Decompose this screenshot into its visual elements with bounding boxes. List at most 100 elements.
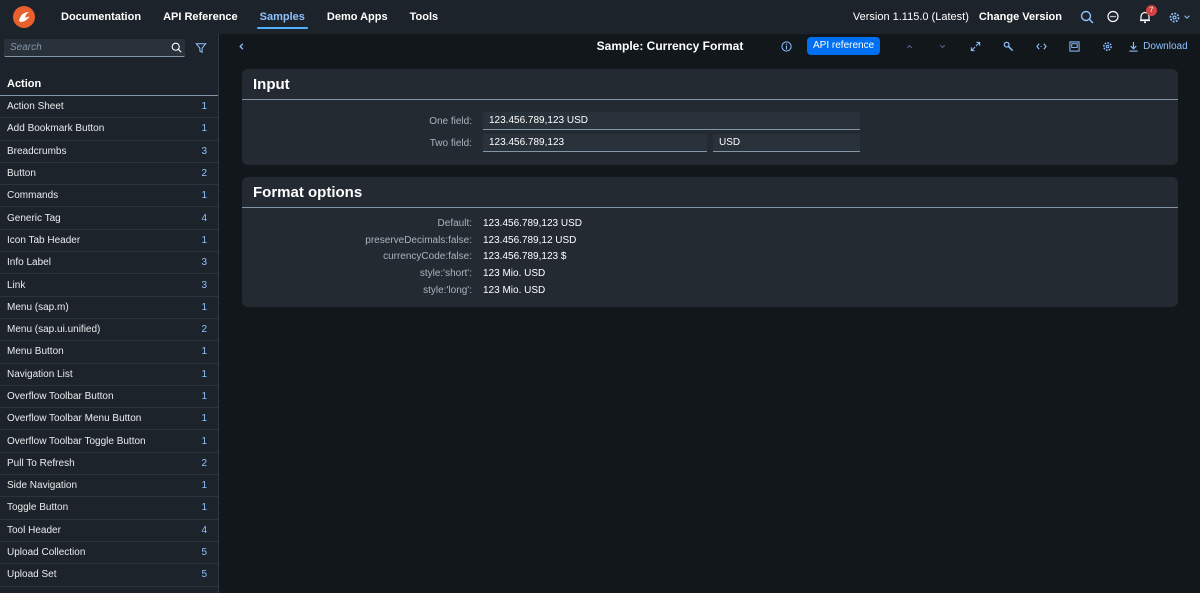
sample-header: Sample: Currency Format API reference Do…: [220, 34, 1200, 58]
list-item[interactable]: Breadcrumbs 3: [0, 141, 218, 163]
style-short-value: 123 Mio. USD: [483, 268, 546, 279]
list-item-label: Tool Header: [7, 524, 61, 536]
list-item-label: Overflow Toolbar Menu Button: [7, 413, 142, 425]
shell-bar: Documentation API Reference Samples Demo…: [0, 0, 1200, 34]
info-icon[interactable]: [770, 35, 803, 57]
default-label: Default:: [437, 218, 472, 229]
feedback-icon[interactable]: [1100, 4, 1126, 30]
list-item[interactable]: Menu (sap.ui.unified) 2: [0, 319, 218, 342]
list-item-count: 1: [201, 123, 207, 135]
nav-samples[interactable]: Samples: [249, 0, 316, 34]
change-version-link[interactable]: Change Version: [979, 11, 1062, 23]
sample-list: Action Sheet 1 Add Bookmark Button 1 Bread…: [0, 96, 218, 587]
list-item[interactable]: Overflow Toolbar Menu Button 1: [0, 408, 218, 431]
list-item-count: 5: [201, 569, 207, 581]
list-item-label: Commands: [7, 190, 59, 202]
two-field-label: Two field:: [429, 138, 472, 149]
notification-badge: 7: [1146, 5, 1157, 16]
format-options-panel: Format options Default: 123.456.789,123 …: [242, 177, 1178, 307]
list-item[interactable]: Overflow Toolbar Toggle Button 1: [0, 430, 218, 453]
list-item-label: Breadcrumbs: [7, 145, 67, 157]
list-item-count: 1: [201, 368, 207, 380]
bell-icon[interactable]: 7: [1132, 4, 1158, 30]
list-item[interactable]: Menu Button 1: [0, 341, 218, 364]
list-item-count: 2: [201, 457, 207, 469]
list-item[interactable]: Tool Header 4: [0, 520, 218, 542]
input-panel-title: Input: [242, 69, 1178, 100]
nav-documentation[interactable]: Documentation: [50, 0, 152, 34]
sample-content: Sample: Currency Format API reference Do…: [220, 34, 1200, 593]
list-item-count: 1: [201, 502, 207, 514]
list-item-label: Info Label: [7, 257, 51, 269]
list-item[interactable]: Side Navigation 1: [0, 475, 218, 498]
search-input[interactable]: [10, 42, 167, 53]
list-item-count: 1: [201, 190, 207, 202]
input-panel: Input One field: 123.456.789,123 USD Two…: [242, 69, 1178, 165]
list-item[interactable]: Toggle Button 1: [0, 497, 218, 520]
nav-tools[interactable]: Tools: [399, 0, 450, 34]
open-in-new-window-icon[interactable]: [1058, 35, 1091, 57]
style-short-label: style:'short':: [419, 268, 472, 279]
list-item[interactable]: Action Sheet 1: [0, 96, 218, 119]
search-row: [0, 34, 218, 62]
list-item-label: Upload Set: [7, 569, 57, 581]
one-field-label: One field:: [429, 116, 472, 127]
list-item-count: 2: [201, 324, 207, 336]
shell-bar-actions: Version 1.115.0 (Latest) Change Version …: [853, 0, 1200, 34]
logo-icon[interactable]: [13, 6, 35, 28]
list-item[interactable]: Commands 1: [0, 185, 218, 208]
list-item[interactable]: Navigation List 1: [0, 364, 218, 386]
list-item-label: Link: [7, 279, 26, 291]
list-item[interactable]: Button 2: [0, 163, 218, 186]
chevron-up-icon[interactable]: [893, 35, 926, 57]
list-item-count: 1: [201, 391, 207, 402]
list-item[interactable]: Info Label 3: [0, 252, 218, 275]
search-icon[interactable]: [1074, 4, 1100, 30]
list-item-label: Upload Collection: [7, 547, 86, 559]
back-icon[interactable]: [234, 39, 248, 53]
api-reference-button[interactable]: API reference: [807, 37, 881, 55]
list-item-count: 1: [201, 413, 207, 425]
list-item-count: 5: [201, 547, 207, 559]
nav-demo-apps[interactable]: Demo Apps: [316, 0, 399, 34]
two-field-currency-input[interactable]: USD: [713, 134, 860, 152]
list-item-label: Pull To Refresh: [7, 457, 75, 469]
group-header-action: Action: [0, 66, 218, 96]
list-item-label: Generic Tag: [7, 212, 61, 224]
list-item-label: Add Bookmark Button: [7, 123, 105, 135]
list-item-count: 1: [201, 480, 207, 492]
version-text: Version 1.115.0 (Latest): [852, 11, 969, 23]
list-item[interactable]: Icon Tab Header 1: [0, 230, 218, 253]
wrench-icon[interactable]: [992, 35, 1025, 57]
format-options-title: Format options: [242, 177, 1178, 208]
code-icon[interactable]: [1025, 35, 1058, 57]
fullscreen-icon[interactable]: [959, 35, 992, 57]
download-button[interactable]: Download: [1128, 41, 1188, 52]
list-item-label: Side Navigation: [7, 480, 78, 492]
one-field-input[interactable]: 123.456.789,123 USD: [483, 112, 860, 130]
list-item[interactable]: Generic Tag 4: [0, 207, 218, 230]
list-item-count: 1: [201, 435, 207, 447]
list-item-label: Menu Button: [7, 346, 64, 358]
sample-list-sidebar: Action Action Sheet 1 Add Bookmark Button…: [0, 34, 219, 593]
settings-icon[interactable]: [1091, 35, 1124, 57]
list-item-count: 4: [201, 524, 207, 536]
list-item-count: 3: [201, 257, 207, 269]
list-item[interactable]: Menu (sap.m) 1: [0, 297, 218, 319]
list-item-label: Button: [7, 168, 36, 180]
list-item[interactable]: Add Bookmark Button 1: [0, 118, 218, 141]
settings-icon[interactable]: [1162, 4, 1196, 30]
two-field-amount-input[interactable]: 123.456.789,123: [483, 134, 707, 152]
list-item[interactable]: Overflow Toolbar Button 1: [0, 386, 218, 409]
currency-code-value: 123.456.789,123 $: [483, 251, 567, 262]
list-item[interactable]: Upload Set 5: [0, 564, 218, 587]
chevron-down-icon[interactable]: [926, 35, 959, 57]
filter-icon[interactable]: [188, 38, 214, 58]
search-field[interactable]: [4, 39, 185, 57]
list-item[interactable]: Pull To Refresh 2: [0, 453, 218, 476]
list-item[interactable]: Link 3: [0, 274, 218, 297]
list-item[interactable]: Upload Collection 5: [0, 542, 218, 565]
list-item-count: 1: [201, 301, 207, 313]
search-icon[interactable]: [167, 39, 185, 57]
nav-api-reference[interactable]: API Reference: [152, 0, 249, 34]
